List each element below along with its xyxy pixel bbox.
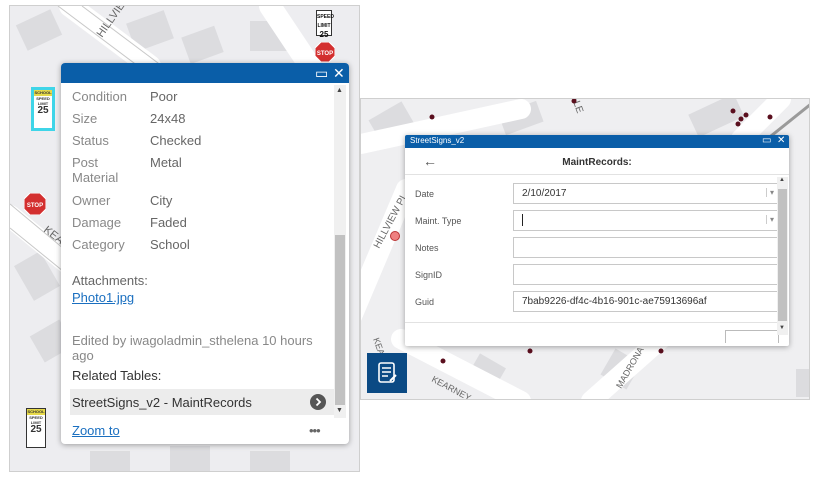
- scrollbar-thumb[interactable]: [778, 189, 787, 321]
- feature-popup: ▭ ✕ Condition Poor Size 24x48 Status Checke…: [61, 63, 349, 444]
- scroll-down-arrow-icon[interactable]: ▼: [336, 407, 343, 414]
- popup-footer: Zoom to •••: [61, 418, 349, 444]
- chevron-right-icon: [310, 394, 326, 410]
- edit-list-icon: [378, 362, 397, 383]
- right-map[interactable]: HILLVIEW PL ALE KEARNEY ST MADRONA KEARN…: [360, 98, 810, 400]
- attachments-label: Attachments:: [72, 273, 148, 288]
- related-table-item[interactable]: StreetSigns_v2 - MaintRecords: [70, 389, 334, 415]
- field-label: Size: [72, 111, 98, 126]
- guid-field: Guid 7bab9226-df4c-4b16-901c-ae75913696a…: [415, 291, 779, 313]
- attachment-link[interactable]: Photo1.jpg: [72, 290, 134, 305]
- sign-id-field: SignID: [415, 264, 779, 286]
- maint-type-field: Maint. Type ▾: [415, 210, 779, 232]
- svg-text:STOP: STOP: [317, 51, 333, 57]
- scrollbar-thumb[interactable]: [335, 235, 345, 405]
- field-label: Date: [415, 189, 435, 199]
- dialog-scrollbar[interactable]: ▲ ▼: [777, 177, 788, 335]
- field-value: City: [150, 193, 173, 208]
- school-sign-icon[interactable]: SCHOOL SPEED LIMIT 25: [26, 408, 46, 448]
- divider: [405, 322, 777, 323]
- maint-type-dropdown[interactable]: ▾: [513, 210, 779, 231]
- sign-speed-value: 25: [30, 424, 42, 435]
- maint-form: Date 2/10/2017 ▾ Maint. Type ▾ Notes Sig…: [405, 183, 779, 343]
- edited-by-text: Edited by iwagoladmin_sthelena 10 hours …: [72, 333, 313, 363]
- popup-scrollbar[interactable]: ▲ ▼: [334, 85, 346, 418]
- notes-input[interactable]: [513, 237, 779, 258]
- guid-input[interactable]: 7bab9226-df4c-4b16-901c-ae75913696af: [513, 291, 779, 312]
- scroll-down-arrow-icon[interactable]: ▼: [779, 325, 785, 331]
- stop-sign-icon[interactable]: STOP: [315, 42, 335, 62]
- field-label: Post Material: [72, 155, 119, 185]
- sign-id-input[interactable]: [513, 264, 779, 285]
- field-value: Checked: [150, 133, 202, 148]
- date-field: Date 2/10/2017 ▾: [415, 183, 779, 205]
- scroll-up-arrow-icon[interactable]: ▲: [336, 87, 343, 94]
- notes-field: Notes: [415, 237, 779, 259]
- field-label: Status: [72, 133, 109, 148]
- field-label: Guid: [415, 297, 435, 307]
- chevron-down-icon: ▾: [765, 188, 774, 197]
- dialog-subtitle: MaintRecords:: [562, 157, 632, 168]
- field-label: SignID: [415, 270, 443, 280]
- field-value: Metal: [150, 155, 182, 170]
- date-dropdown[interactable]: 2/10/2017 ▾: [513, 183, 779, 204]
- popup-content: Condition Poor Size 24x48 Status Checked Po…: [70, 87, 334, 417]
- edit-list-widget-button[interactable]: [367, 353, 407, 393]
- sign-speed-value: 25: [37, 105, 49, 116]
- field-value: Faded: [150, 215, 187, 230]
- text-cursor: [522, 214, 523, 226]
- sign-text: SPEED LIMIT: [317, 14, 334, 29]
- stop-sign-icon[interactable]: STOP: [24, 193, 46, 215]
- related-tables-label: Related Tables:: [72, 368, 162, 383]
- divider: [405, 174, 789, 175]
- save-button[interactable]: [725, 330, 779, 343]
- field-value: School: [150, 237, 190, 252]
- related-table-label: StreetSigns_v2 - MaintRecords: [72, 395, 252, 410]
- selected-school-sign-icon[interactable]: SCHOOL SPEED LIMIT 25: [31, 87, 55, 131]
- zoom-to-link[interactable]: Zoom to: [72, 423, 120, 438]
- field-label: Maint. Type: [415, 216, 462, 226]
- field-value: Poor: [150, 89, 178, 104]
- dialog-title: StreetSigns_v2: [410, 136, 465, 145]
- field-label: Category: [72, 237, 125, 252]
- more-options-icon[interactable]: •••: [309, 423, 321, 438]
- svg-text:STOP: STOP: [27, 203, 43, 209]
- speed-limit-sign-icon[interactable]: SPEED LIMIT 25: [316, 10, 334, 39]
- field-label: Owner: [72, 193, 111, 208]
- dialog-maximize-icon[interactable]: ▭: [762, 135, 771, 147]
- field-label: Damage: [72, 215, 122, 230]
- field-label: Condition: [72, 89, 127, 104]
- dialog-title-bar: StreetSigns_v2 ▭ ✕: [405, 135, 789, 148]
- field-label: Notes: [415, 243, 439, 253]
- date-value: 2/10/2017: [522, 188, 567, 199]
- guid-value: 7bab9226-df4c-4b16-901c-ae75913696af: [522, 296, 707, 307]
- scroll-up-arrow-icon[interactable]: ▲: [779, 177, 785, 183]
- sign-speed-value: 25: [319, 30, 329, 39]
- field-value: 24x48: [150, 111, 186, 126]
- chevron-down-icon: ▾: [765, 215, 774, 224]
- popup-title-bar: ▭ ✕: [61, 63, 349, 83]
- close-icon[interactable]: ✕: [333, 65, 345, 81]
- maint-records-dialog: StreetSigns_v2 ▭ ✕ ← MaintRecords: Date …: [405, 135, 789, 346]
- maximize-icon[interactable]: ▭: [315, 65, 328, 81]
- dialog-close-icon[interactable]: ✕: [777, 135, 785, 147]
